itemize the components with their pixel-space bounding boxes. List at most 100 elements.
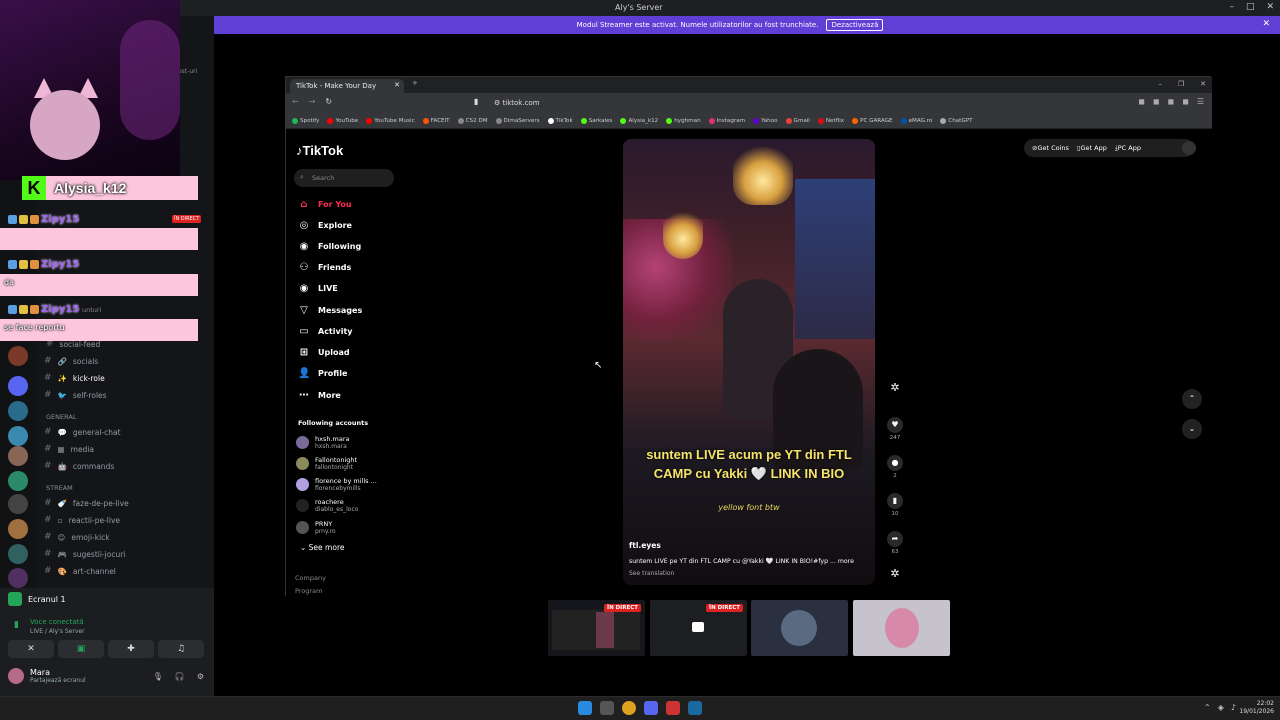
start-icon[interactable] — [578, 701, 592, 715]
minimize-icon[interactable]: – — [1229, 2, 1234, 12]
get-app-button[interactable]: ▯Get App — [1077, 144, 1107, 152]
nav-live[interactable]: ◉ LIVE — [298, 283, 338, 294]
bookmark-item[interactable]: TikTok — [547, 117, 573, 124]
channel-item[interactable]: # 🔗 socials — [44, 356, 98, 366]
avatar[interactable] — [8, 668, 24, 684]
bookmark-item[interactable]: Gmail — [785, 117, 810, 124]
account-item[interactable]: Fallontonight fallontonight — [296, 456, 357, 471]
channel-item[interactable]: # 🐦 self-roles — [44, 390, 107, 400]
activities-button[interactable]: ✚ — [108, 640, 154, 658]
bookmark-item[interactable]: eMAG.ro — [900, 117, 932, 124]
account-item[interactable]: hxsh.mara hxsh.mara — [296, 435, 350, 450]
extension-icon[interactable]: ◼ — [1182, 97, 1189, 106]
bookmark-item[interactable]: CS2 DM — [457, 117, 488, 124]
app-icon[interactable] — [666, 701, 680, 715]
nav-profile[interactable]: 👤 Profile — [298, 368, 347, 379]
footer-company-link[interactable]: Company — [295, 574, 326, 582]
stream-thumbnail[interactable]: ÎN DIRECT — [650, 600, 747, 656]
channel-item[interactable]: # 🤖 commands — [44, 461, 114, 471]
search-input[interactable]: ⌕ Search — [294, 169, 394, 187]
see-more-button[interactable]: ⌄ See more — [300, 543, 344, 552]
get-coins-button[interactable]: ⊘Get Coins — [1032, 144, 1069, 152]
server-icon[interactable] — [8, 376, 28, 396]
server-icon[interactable] — [8, 519, 28, 539]
browser-tab[interactable]: TikTok - Make Your Day ✕ — [290, 79, 404, 93]
bookmark-item[interactable]: Yahoo — [753, 117, 778, 124]
server-icon[interactable] — [8, 446, 28, 466]
server-icon[interactable] — [8, 568, 28, 588]
bookmark-item[interactable]: DimaServers — [495, 117, 540, 124]
disable-streamer-button[interactable]: Dezactivează — [826, 19, 884, 31]
channel-item[interactable]: # ✨ kick-role — [44, 373, 105, 383]
more-link[interactable]: more — [838, 558, 854, 565]
filter-icon[interactable]: ✲ — [886, 567, 904, 580]
previous-video-button[interactable]: ⌃ — [1182, 389, 1202, 409]
chrome-icon[interactable] — [622, 701, 636, 715]
footer-program-link[interactable]: Program — [295, 587, 322, 595]
bookmark-button[interactable]: ▮ 10 — [886, 493, 904, 517]
bookmark-item[interactable]: FACEIT — [422, 117, 450, 124]
bookmark-icon[interactable]: ▮ — [474, 97, 478, 106]
pc-app-button[interactable]: ⤓PC App — [1115, 144, 1141, 153]
stream-thumbnail[interactable] — [853, 600, 950, 656]
video-player[interactable]: suntem LIVE acum pe YT din FTL CAMP cu Y… — [623, 139, 875, 585]
avatar[interactable] — [1182, 141, 1196, 155]
bookmark-item[interactable]: YouTube — [327, 117, 358, 124]
close-icon[interactable]: ✕ — [1200, 80, 1206, 88]
nav-for-you[interactable]: ⌂ For You — [298, 199, 351, 210]
nav-activity[interactable]: ▭ Activity — [298, 326, 352, 337]
bookmark-item[interactable]: ChatGPT — [940, 117, 973, 124]
forward-icon[interactable]: → — [309, 97, 316, 106]
channel-item[interactable]: # 🎮 sugestii-jocuri — [44, 549, 125, 559]
channel-item[interactable]: # 💬 general-chat — [44, 427, 121, 437]
nav-friends[interactable]: ⚇ Friends — [298, 262, 352, 273]
server-icon[interactable] — [8, 471, 28, 491]
comment-button[interactable]: ● 2 — [886, 455, 904, 479]
file-explorer-icon[interactable] — [600, 701, 614, 715]
account-item[interactable]: PRNY prny.ro — [296, 520, 336, 535]
bookmark-item[interactable]: Spotify — [292, 117, 319, 124]
filter-icon[interactable]: ✲ — [886, 381, 904, 394]
account-item[interactable]: roachere diablo_es_loco — [296, 498, 358, 513]
share-screen-button[interactable]: ▣ — [58, 640, 104, 658]
bookmark-item[interactable]: Instagram — [708, 117, 745, 124]
maximize-icon[interactable]: □ — [1246, 2, 1255, 12]
bookmark-item[interactable]: YouTube Music — [366, 117, 415, 124]
discord-icon[interactable] — [644, 701, 658, 715]
nav-explore[interactable]: ◎ Explore — [298, 220, 352, 231]
maximize-icon[interactable]: ❐ — [1178, 80, 1184, 88]
close-icon[interactable]: ✕ — [1266, 2, 1274, 12]
soundboard-button[interactable]: ♫ — [158, 640, 204, 658]
video-author[interactable]: ftl.eyes — [629, 541, 661, 550]
next-video-button[interactable]: ⌄ — [1182, 419, 1202, 439]
microphone-icon[interactable]: 🎙 — [153, 672, 163, 681]
bookmark-item[interactable]: hyghman — [666, 117, 701, 124]
stream-thumbnail[interactable]: ÎN DIRECT — [548, 600, 645, 656]
gear-icon[interactable]: ⚙ — [197, 672, 204, 681]
channel-item[interactable]: # ▫ reactii-pe-live — [44, 515, 120, 525]
channel-item[interactable]: # 🎨 art-channel — [44, 566, 116, 576]
menu-icon[interactable]: ☰ — [1197, 97, 1204, 106]
bookmark-item[interactable]: Alysia_k12 — [620, 117, 658, 124]
extension-icon[interactable]: ◼ — [1153, 97, 1160, 106]
headphones-icon[interactable]: 🎧 — [175, 672, 185, 681]
server-icon[interactable] — [8, 401, 28, 421]
back-icon[interactable]: ← — [292, 97, 299, 106]
url-input[interactable]: ⚙ tiktok.com — [486, 96, 986, 110]
nav-messages[interactable]: ▽ Messages — [298, 305, 362, 316]
clock[interactable]: 22:02 19/01/2026 — [1239, 700, 1274, 716]
tiktok-logo[interactable]: ♪TikTok — [296, 143, 343, 158]
channel-item[interactable]: # 🍼 faze-de-pe-live — [44, 498, 129, 508]
category-general[interactable]: GENERAL — [46, 413, 76, 421]
server-icon[interactable] — [8, 544, 28, 564]
see-translation-link[interactable]: See translation — [629, 570, 674, 577]
nav-more[interactable]: ⋯ More — [298, 390, 341, 401]
bookmark-item[interactable]: Sarkales — [580, 117, 612, 124]
category-stream[interactable]: STREAM — [46, 484, 73, 492]
minimize-icon[interactable]: – — [1158, 80, 1162, 88]
new-tab-icon[interactable]: + — [412, 79, 418, 87]
banner-close-icon[interactable]: ✕ — [1262, 19, 1270, 29]
account-item[interactable]: florence by mills ... florencebymills — [296, 477, 377, 492]
camera-button[interactable]: ✕ — [8, 640, 54, 658]
nav-upload[interactable]: ⊞ Upload — [298, 347, 350, 358]
